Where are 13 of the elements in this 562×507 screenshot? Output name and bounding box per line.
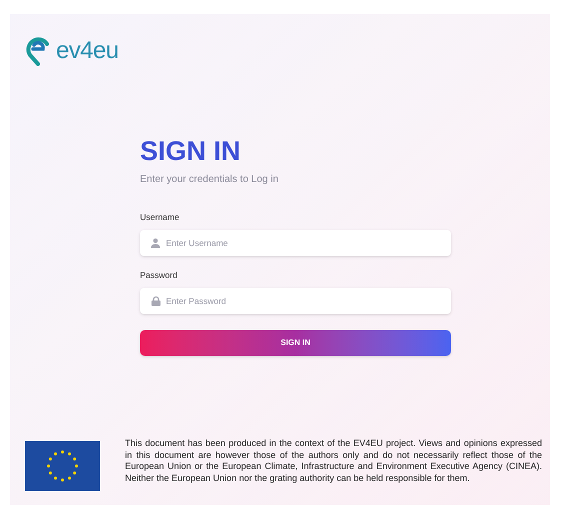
eu-flag-icon — [25, 441, 100, 491]
field-label: Username — [140, 211, 180, 224]
input-field[interactable]: Enter Password — [140, 288, 451, 314]
subtitle: Enter your credentials to Log in — [140, 173, 280, 187]
location-pin-logo-icon — [26, 36, 50, 66]
sign-in-button[interactable]: SIGN IN — [140, 330, 451, 356]
page-title: SIGN IN — [140, 138, 242, 165]
logo-text: ev4eu — [56, 39, 118, 63]
user-icon — [151, 238, 160, 248]
field-label: Password — [140, 268, 178, 282]
lock-icon — [151, 296, 161, 306]
disclaimer-text: This document has been produced in the context of the EV4EU project. Views and opinions expressed in this document are however those of the authors only and do not necessarily reflect those of the European Union or the European Climate, Infrastructure and Environment Executive Agency (CINEA). Neither the European Union nor the grating authority can be held responsible for them. — [125, 438, 542, 484]
input-field[interactable]: Enter Username — [140, 230, 451, 256]
